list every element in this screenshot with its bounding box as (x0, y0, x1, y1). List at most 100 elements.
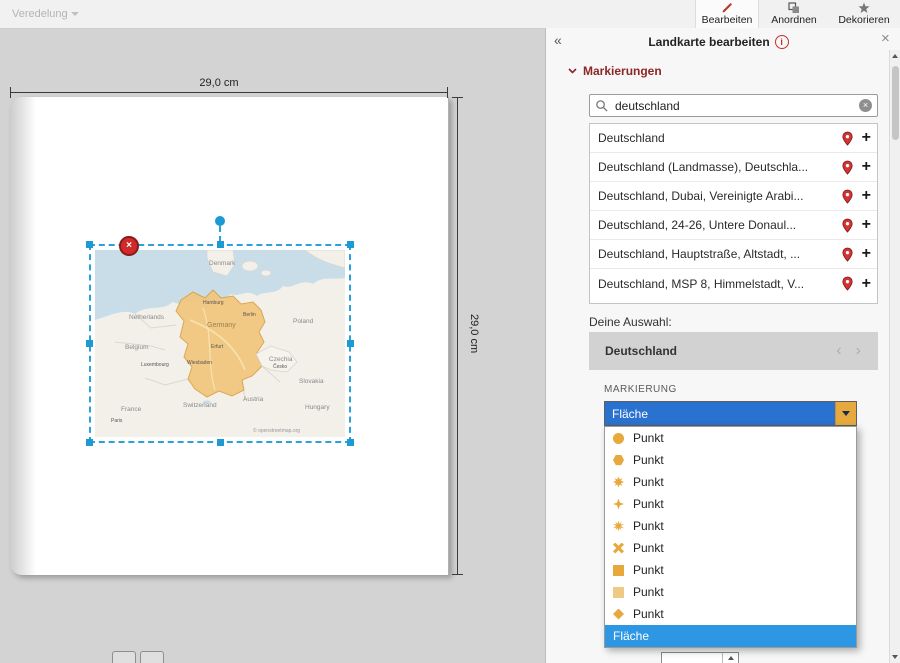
combobox-value: Fläche (605, 402, 835, 425)
dimension-tick (447, 87, 448, 98)
selection-handle-bottom-right[interactable] (347, 439, 354, 446)
marker-pin-icon (840, 218, 855, 233)
selection-handle-top-right[interactable] (347, 241, 354, 248)
option-label: Punkt (633, 431, 664, 445)
rotate-handle[interactable] (215, 216, 225, 226)
panel-scrollbar[interactable] (889, 50, 900, 663)
option-label: Fläche (613, 629, 649, 643)
dropdown-option[interactable]: Punkt (605, 471, 856, 493)
add-marker-button[interactable]: + (862, 159, 871, 175)
height-dimension-line (457, 97, 458, 575)
veredelung-menu[interactable]: Veredelung (12, 8, 79, 20)
search-result-row[interactable]: Deutschland + (590, 124, 877, 153)
spinner-arrows[interactable] (722, 653, 738, 663)
dropdown-option[interactable]: Punkt (605, 493, 856, 515)
point-star8-icon (613, 477, 624, 488)
dropdown-option[interactable]: Punkt (605, 603, 856, 625)
map-image[interactable]: Denmark Hamburg Netherlands Berlin Germa… (95, 250, 345, 437)
section-markierungen[interactable]: Markierungen (568, 64, 662, 78)
add-marker-button[interactable]: + (862, 188, 871, 204)
selected-marker-name: Deutschland (605, 344, 829, 358)
search-result-row[interactable]: Deutschland, Dubai, Vereinigte Arabi... … (590, 182, 877, 211)
search-result-row[interactable]: Deutschland (Landmasse), Deutschla... + (590, 153, 877, 182)
dropdown-option[interactable]: Punkt (605, 581, 856, 603)
add-marker-button[interactable]: + (862, 276, 871, 292)
dimension-tick (10, 87, 11, 98)
page-thumbnail[interactable] (112, 651, 136, 663)
dropdown-option[interactable]: Punkt (605, 449, 856, 471)
add-marker-button[interactable]: + (862, 217, 871, 233)
veredelung-label: Veredelung (12, 8, 68, 20)
chevron-down-icon (568, 68, 577, 74)
chevron-down-icon (842, 411, 850, 416)
add-marker-button[interactable]: + (862, 246, 871, 262)
point-star4-icon (613, 499, 624, 510)
marker-type-dropdown: Punkt Punkt Punkt Punkt Punkt Punkt (604, 426, 857, 648)
collapse-panel-button[interactable]: « (554, 32, 562, 48)
panel-title: Landkarte bearbeiten (648, 35, 769, 49)
application-window: Veredelung Bearbeiten Anordnen Dekoriere… (0, 0, 900, 663)
point-hexagon-icon (613, 455, 624, 466)
tab-anordnen[interactable]: Anordnen (762, 0, 826, 28)
selection-handle-top-left[interactable] (86, 241, 93, 248)
dimension-tick (452, 574, 463, 575)
search-result-row[interactable]: Deutschland, MSP 8, Himmelstadt, V... + (590, 269, 877, 298)
dropdown-option[interactable]: Punkt (605, 515, 856, 537)
selection-handle-mid-left[interactable] (86, 340, 93, 347)
marker-pin-icon (840, 160, 855, 175)
page-height-dimension-label: 29,0 cm (468, 314, 480, 353)
selection-handle-mid-right[interactable] (347, 340, 354, 347)
decorate-star-icon (831, 0, 897, 14)
result-label: Deutschland, Dubai, Vereinigte Arabi... (598, 189, 840, 203)
marker-pin-icon (840, 189, 855, 204)
search-results-list: Deutschland + Deutschland (Landmasse), D… (589, 123, 878, 304)
info-icon[interactable]: i (775, 35, 789, 49)
search-result-row[interactable]: Deutschland, 24-26, Untere Donaul... + (590, 211, 877, 240)
add-marker-button[interactable]: + (862, 130, 871, 146)
selection-heading: Deine Auswahl: (589, 315, 672, 329)
page-width-dimension-label: 29,0 cm (169, 77, 269, 89)
section-title: Markierungen (583, 64, 662, 78)
scrollbar-up-icon[interactable] (892, 54, 898, 58)
search-result-row[interactable]: Deutschland, Hauptstraße, Altstadt, ... … (590, 240, 877, 269)
dropdown-option[interactable]: Punkt (605, 559, 856, 581)
arrange-layers-icon (762, 0, 826, 14)
rotation-line (219, 226, 221, 242)
dropdown-option[interactable]: Punkt (605, 537, 856, 559)
delete-button[interactable]: × (119, 236, 139, 256)
tab-label: Anordnen (762, 14, 826, 27)
dimension-tick (452, 97, 463, 98)
option-label: Punkt (633, 497, 664, 511)
tab-bearbeiten[interactable]: Bearbeiten (695, 0, 759, 28)
result-label: Deutschland, MSP 8, Himmelstadt, V... (598, 277, 840, 291)
point-circle-icon (613, 433, 624, 444)
option-label: Punkt (633, 475, 664, 489)
previous-marker-button[interactable]: ‹ (829, 343, 848, 359)
selection-handle-bottom-center[interactable] (217, 439, 224, 446)
marker-type-combobox[interactable]: Fläche (604, 401, 857, 426)
search-input[interactable] (613, 98, 859, 114)
partial-spinner-control[interactable] (661, 652, 739, 663)
search-icon (595, 99, 608, 112)
dropdown-option[interactable]: Punkt (605, 427, 856, 449)
clear-search-button[interactable]: × (859, 99, 872, 112)
selection-handle-top-center[interactable] (217, 241, 224, 248)
selection-handle-bottom-left[interactable] (86, 439, 93, 446)
combobox-dropdown-button[interactable] (835, 402, 856, 425)
option-label: Punkt (633, 607, 664, 621)
tab-dekorieren[interactable]: Dekorieren (831, 0, 897, 28)
dropdown-option-selected[interactable]: Fläche (605, 625, 856, 647)
book-spine-shading (10, 97, 36, 575)
page-thumbnail[interactable] (140, 651, 164, 663)
scrollbar-down-icon[interactable] (892, 655, 898, 659)
point-cross-icon (613, 543, 624, 554)
option-label: Punkt (633, 563, 664, 577)
tab-label: Bearbeiten (696, 14, 758, 27)
scrollbar-thumb[interactable] (892, 66, 899, 140)
spinner-up-icon (728, 656, 734, 660)
point-sun-icon (613, 521, 624, 532)
chevron-down-icon (71, 12, 79, 16)
result-label: Deutschland (598, 131, 840, 145)
next-marker-button[interactable]: › (849, 343, 868, 359)
close-panel-button[interactable]: × (881, 30, 890, 47)
